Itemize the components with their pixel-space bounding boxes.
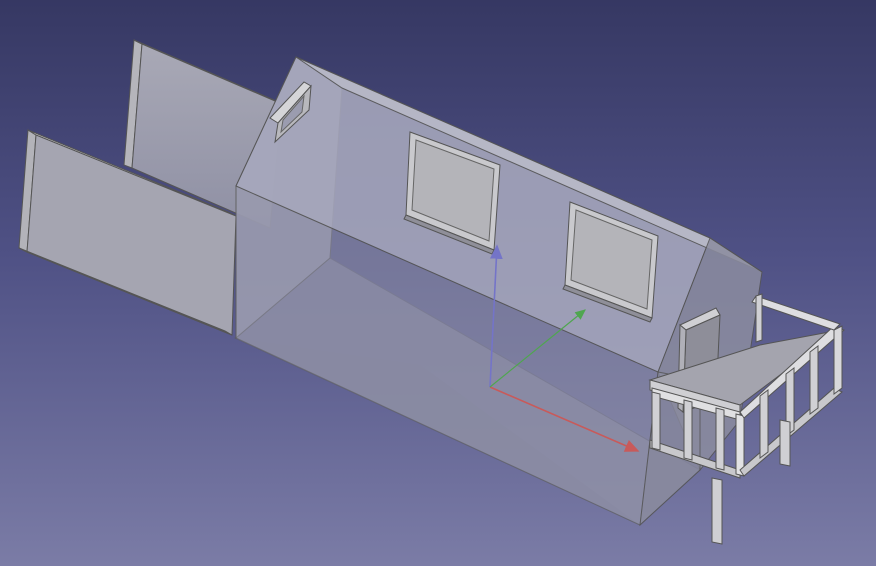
3d-viewport[interactable]	[0, 0, 876, 566]
model-scene[interactable]	[0, 0, 876, 566]
